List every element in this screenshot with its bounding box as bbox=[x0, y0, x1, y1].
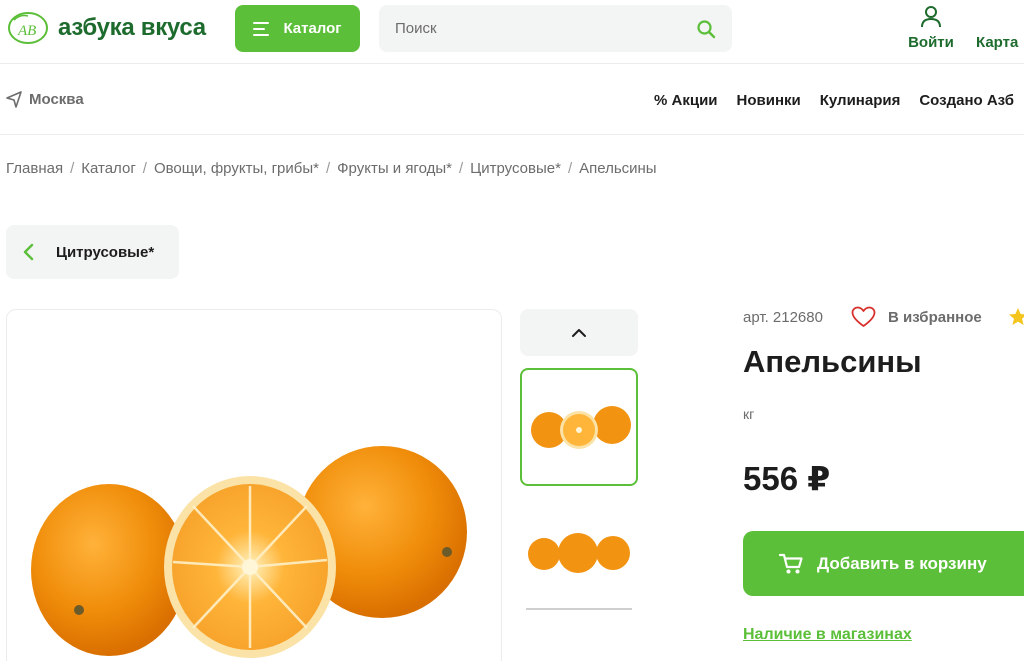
add-to-cart-button[interactable]: Добавить в корзину bbox=[743, 531, 1024, 596]
favorites-label: В избранное bbox=[888, 308, 982, 326]
card-link[interactable]: Карта bbox=[976, 34, 1018, 51]
header: АВ азбука вкуса Каталог Войти Карта bbox=[0, 0, 1024, 64]
breadcrumb-current: Апельсины bbox=[579, 160, 657, 177]
thumbnails-scroll-up-button[interactable] bbox=[520, 309, 638, 356]
breadcrumb-separator: / bbox=[458, 160, 464, 177]
menu-icon bbox=[253, 21, 271, 36]
breadcrumb-item[interactable]: Фрукты и ягоды* bbox=[337, 160, 452, 177]
breadcrumb-separator: / bbox=[325, 160, 331, 177]
logo-icon: АВ bbox=[8, 12, 48, 44]
nav-link-new[interactable]: Новинки bbox=[737, 92, 801, 109]
product-title: Апельсины bbox=[743, 344, 922, 379]
product-main-image[interactable] bbox=[6, 309, 502, 661]
nav-link-cooking[interactable]: Кулинария bbox=[820, 92, 901, 109]
breadcrumb-item[interactable]: Овощи, фрукты, грибы* bbox=[154, 160, 319, 177]
product-thumbnail-1[interactable] bbox=[520, 368, 638, 486]
nav-links: % Акции Новинки Кулинария Создано Азб bbox=[654, 92, 1014, 109]
login-button[interactable]: Войти bbox=[904, 4, 958, 51]
search-bar bbox=[379, 5, 732, 52]
cart-icon bbox=[779, 553, 803, 573]
back-chip-label: Цитрусовые* bbox=[56, 243, 155, 261]
nav-link-created[interactable]: Создано Азб bbox=[919, 92, 1014, 109]
back-to-category-button[interactable]: Цитрусовые* bbox=[6, 225, 179, 279]
login-label: Войти bbox=[908, 34, 954, 51]
svg-text:АВ: АВ bbox=[17, 23, 36, 39]
sub-navigation: Москва % Акции Новинки Кулинария Создано… bbox=[0, 65, 1024, 135]
product-price: 556 ₽ bbox=[743, 460, 831, 497]
location-arrow-icon bbox=[6, 91, 22, 108]
city-selector[interactable]: Москва bbox=[6, 91, 84, 108]
search-input[interactable] bbox=[395, 20, 696, 37]
catalog-label: Каталог bbox=[283, 20, 342, 37]
oranges-thumbnail-image bbox=[531, 406, 631, 449]
star-icon[interactable] bbox=[1008, 307, 1024, 327]
article-number: арт. 212680 bbox=[743, 309, 823, 326]
product-unit: кг bbox=[743, 406, 755, 422]
breadcrumb-item[interactable]: Главная bbox=[6, 160, 63, 177]
breadcrumb-item[interactable]: Каталог bbox=[81, 160, 136, 177]
add-to-favorites-button[interactable]: В избранное bbox=[851, 306, 982, 328]
breadcrumb: Главная / Каталог / Овощи, фрукты, грибы… bbox=[6, 160, 657, 177]
user-icon bbox=[921, 6, 941, 28]
oranges-image bbox=[31, 446, 467, 658]
breadcrumb-separator: / bbox=[142, 160, 147, 177]
breadcrumb-separator: / bbox=[567, 160, 573, 177]
breadcrumb-item[interactable]: Цитрусовые* bbox=[470, 160, 561, 177]
oranges-thumbnail-image bbox=[526, 533, 632, 610]
logo[interactable]: АВ азбука вкуса bbox=[6, 10, 206, 46]
add-to-cart-label: Добавить в корзину bbox=[817, 553, 987, 573]
search-icon[interactable] bbox=[696, 19, 716, 39]
store-availability-link[interactable]: Наличие в магазинах bbox=[743, 626, 912, 644]
city-label: Москва bbox=[29, 91, 84, 108]
heart-icon bbox=[851, 306, 876, 327]
breadcrumb-separator: / bbox=[70, 160, 75, 177]
logo-text: азбука вкуса bbox=[58, 14, 206, 41]
chevron-left-icon bbox=[23, 243, 34, 261]
nav-link-promotions[interactable]: % Акции bbox=[654, 92, 718, 109]
chevron-up-icon bbox=[572, 329, 586, 337]
product-thumbnail-2[interactable] bbox=[520, 495, 638, 613]
catalog-button[interactable]: Каталог bbox=[235, 5, 360, 52]
